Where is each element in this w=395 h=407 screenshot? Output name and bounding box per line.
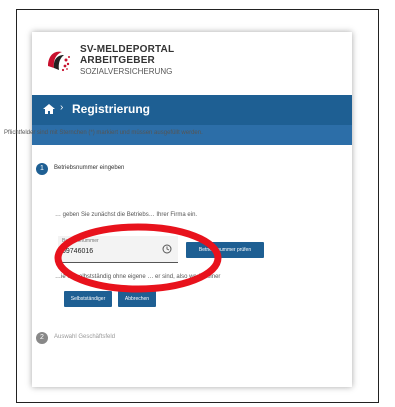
logo-tagline: SOZIALVERSICHERUNG xyxy=(80,67,173,76)
sv-logo-icon xyxy=(48,51,70,72)
breadcrumb-separator-icon: › xyxy=(60,102,64,113)
step-1-badge: 1 xyxy=(36,163,48,175)
logo-text: SV-MELDEPORTAL ARBEITGEBER SOZIALVERSICH… xyxy=(80,44,174,77)
breadcrumb-current: Registrierung xyxy=(72,102,151,116)
home-icon[interactable] xyxy=(42,102,56,116)
red-highlight-oval xyxy=(54,223,222,293)
step-2-title: Auswahl Geschäftsfeld xyxy=(54,334,116,340)
step-1-description: … geben Sie zunächst die Betriebs… Ihrer… xyxy=(55,212,198,218)
logo-title: SV-MELDEPORTAL xyxy=(80,44,175,55)
breadcrumb-bar: › Registrierung xyxy=(32,95,352,125)
step-2-badge: 2 xyxy=(36,332,48,344)
step-1-title: Betriebsnummer eingeben xyxy=(54,165,125,171)
mandatory-note: Pflichtfelder sind mit Sternchen (*) mar… xyxy=(4,130,203,136)
header: SV-MELDEPORTAL ARBEITGEBER SOZIALVERSICH… xyxy=(32,32,352,92)
logo-subtitle: ARBEITGEBER xyxy=(80,55,155,66)
